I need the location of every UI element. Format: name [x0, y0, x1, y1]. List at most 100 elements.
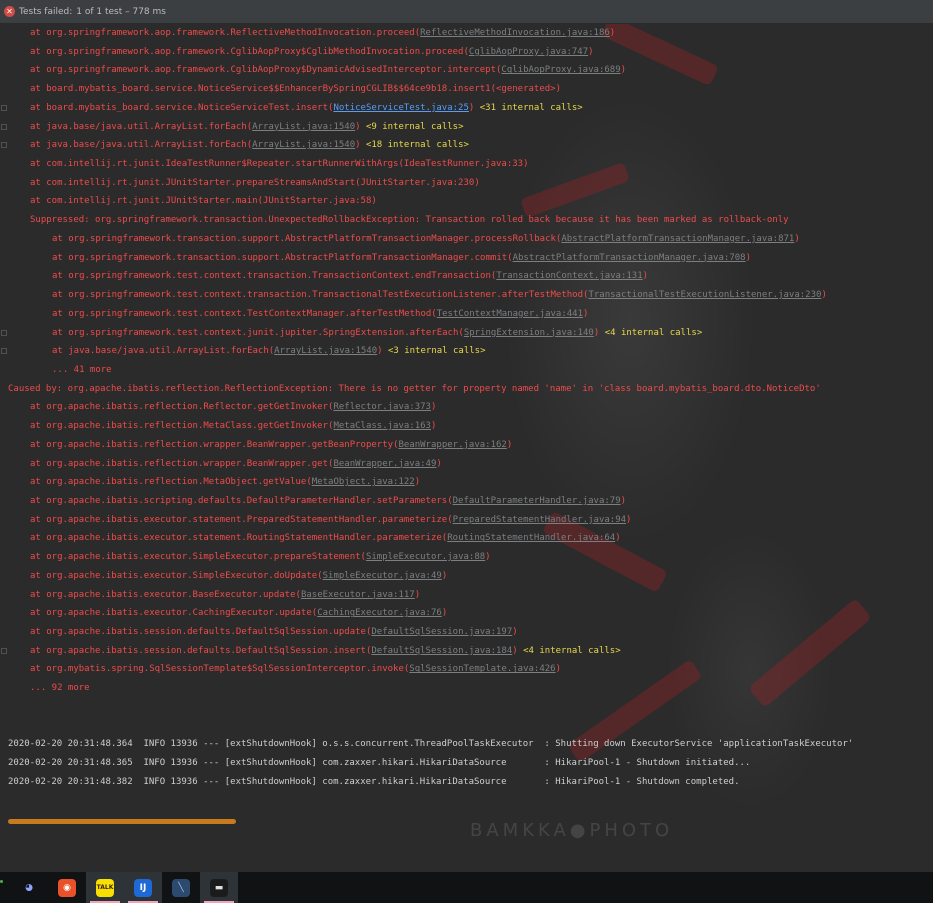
- taskbar-app[interactable]: IJ: [124, 872, 162, 903]
- stacktrace-line: at org.apache.ibatis.executor.BaseExecut…: [0, 586, 933, 605]
- stacktrace-suffix: ): [620, 65, 627, 76]
- stacktrace-text: at org.apache.ibatis.reflection.Reflecto…: [30, 402, 334, 413]
- source-link[interactable]: BeanWrapper.java:49: [333, 459, 436, 469]
- stacktrace-line: at board.mybatis_board.service.NoticeSer…: [0, 99, 933, 118]
- stacktrace-line: ... 41 more: [0, 361, 933, 380]
- internal-calls-fold[interactable]: <4 internal calls>: [523, 646, 621, 656]
- discord-icon: ◕: [20, 878, 38, 897]
- stacktrace-text: at board.mybatis_board.service.NoticeSer…: [30, 102, 334, 113]
- stacktrace-line: ... 92 more: [0, 679, 933, 698]
- internal-calls-fold[interactable]: <9 internal calls>: [366, 122, 464, 132]
- browser-icon: ◉: [58, 878, 76, 897]
- stacktrace-text: at org.apache.ibatis.executor.CachingExe…: [30, 608, 318, 619]
- windows-taskbar: ◕ ◉ TALK IJ ╲ ▬: [0, 872, 933, 903]
- stacktrace-text: ... 41 more: [52, 364, 112, 375]
- stacktrace-text: at org.apache.ibatis.session.defaults.De…: [30, 645, 372, 656]
- stacktrace-line: at org.apache.ibatis.reflection.MetaClas…: [0, 417, 933, 436]
- stacktrace-line: at org.springframework.test.context.Test…: [0, 305, 933, 324]
- stacktrace-suffix: ): [626, 514, 632, 525]
- source-link[interactable]: BaseExecutor.java:117: [301, 590, 415, 600]
- internal-calls-fold[interactable]: <4 internal calls>: [605, 328, 703, 338]
- log-line: 2020-02-20 20:31:48.365 INFO 13936 --- […: [8, 758, 751, 769]
- internal-calls-fold[interactable]: <18 internal calls>: [366, 140, 469, 150]
- source-link[interactable]: TestContextManager.java:441: [437, 309, 583, 319]
- source-link[interactable]: ArrayList.java:1540: [274, 346, 377, 356]
- fold-toggle-icon[interactable]: [1, 647, 7, 654]
- internal-calls-fold[interactable]: <31 internal calls>: [480, 103, 583, 113]
- stacktrace-suffix: ): [430, 402, 437, 413]
- taskbar-app[interactable]: ╲: [162, 872, 200, 903]
- scrollbar-thumb[interactable]: [8, 819, 236, 824]
- notification-dot: [0, 880, 3, 883]
- source-link[interactable]: CglibAopProxy.java:747: [469, 47, 588, 57]
- source-link[interactable]: AbstractPlatformTransactionManager.java:…: [513, 253, 746, 263]
- fold-toggle-icon[interactable]: [1, 104, 7, 111]
- stacktrace-text: at org.springframework.transaction.suppo…: [52, 252, 513, 263]
- stacktrace-line: at java.base/java.util.ArrayList.forEach…: [0, 342, 933, 361]
- stacktrace-suffix: ): [436, 458, 442, 469]
- stacktrace-text: at org.apache.ibatis.executor.SimpleExec…: [30, 570, 323, 581]
- stacktrace-text: at org.apache.ibatis.scripting.defaults.…: [30, 495, 453, 506]
- taskbar-app[interactable]: ▬: [200, 872, 238, 903]
- source-link[interactable]: Reflector.java:373: [333, 402, 431, 412]
- source-link[interactable]: BeanWrapper.java:162: [398, 440, 506, 450]
- source-link[interactable]: TransactionContext.java:131: [496, 271, 642, 281]
- source-link[interactable]: SpringExtension.java:140: [464, 328, 594, 338]
- taskbar-app[interactable]: ◕: [10, 872, 48, 903]
- stacktrace-text: at org.apache.ibatis.session.defaults.De…: [30, 627, 372, 637]
- source-link[interactable]: AbstractPlatformTransactionManager.java:…: [561, 234, 794, 244]
- stacktrace-line: at org.apache.ibatis.executor.SimpleExec…: [0, 567, 933, 586]
- stacktrace-text: at org.springframework.test.context.tran…: [52, 290, 589, 301]
- taskbar-app[interactable]: TALK: [86, 872, 124, 903]
- source-link[interactable]: CachingExecutor.java:76: [317, 608, 442, 618]
- source-link[interactable]: SimpleExecutor.java:88: [366, 552, 485, 562]
- stacktrace-suffix: ): [355, 140, 366, 151]
- stacktrace-line: at com.intellij.rt.junit.IdeaTestRunner$…: [0, 155, 933, 174]
- stacktrace-text: at org.springframework.aop.framework.Cgl…: [30, 65, 502, 76]
- stacktrace-suffix: ): [441, 608, 448, 619]
- fold-toggle-icon[interactable]: [1, 348, 7, 355]
- stacktrace-line: at org.apache.ibatis.executor.SimpleExec…: [0, 548, 933, 567]
- stacktrace-suffix: ): [512, 645, 524, 656]
- source-link[interactable]: MetaObject.java:122: [312, 477, 415, 487]
- stacktrace-text: at org.apache.ibatis.executor.statement.…: [30, 514, 453, 525]
- stacktrace-suffix: ): [794, 233, 800, 244]
- stacktrace-suffix: ): [583, 308, 589, 319]
- source-link[interactable]: ArrayList.java:1540: [252, 122, 355, 132]
- stacktrace-line: Suppressed: org.springframework.transact…: [0, 211, 933, 230]
- source-link[interactable]: NoticeServiceTest.java:25: [333, 103, 468, 113]
- stacktrace-suffix: ): [414, 589, 421, 600]
- stacktrace-line: at org.springframework.aop.framework.Ref…: [0, 24, 933, 43]
- stacktrace-line: at org.apache.ibatis.executor.CachingExe…: [0, 604, 933, 623]
- source-link[interactable]: DefaultSqlSession.java:184: [371, 646, 512, 656]
- stacktrace-suffix: ): [506, 439, 513, 450]
- source-link[interactable]: DefaultSqlSession.java:197: [371, 627, 512, 637]
- source-link[interactable]: ReflectiveMethodInvocation.java:186: [420, 28, 610, 38]
- console-output[interactable]: at org.springframework.aop.framework.Ref…: [0, 24, 933, 820]
- fold-toggle-icon[interactable]: [1, 329, 7, 336]
- internal-calls-fold[interactable]: <3 internal calls>: [388, 346, 486, 356]
- horizontal-scrollbar[interactable]: [0, 815, 933, 827]
- source-link[interactable]: PreparedStatementHandler.java:94: [453, 515, 626, 525]
- source-link[interactable]: TransactionalTestExecutionListener.java:…: [588, 290, 821, 300]
- taskbar-app[interactable]: ◉: [48, 872, 86, 903]
- stacktrace-suffix: ): [355, 121, 366, 132]
- source-link[interactable]: MetaClass.java:163: [333, 421, 431, 431]
- stacktrace-line: at org.springframework.aop.framework.Cgl…: [0, 43, 933, 62]
- source-link[interactable]: CglibAopProxy.java:689: [501, 65, 620, 75]
- kakaotalk-icon: TALK: [96, 878, 114, 897]
- stacktrace-suffix: ): [377, 346, 388, 357]
- fold-toggle-icon[interactable]: [1, 142, 7, 149]
- source-link[interactable]: DefaultParameterHandler.java:79: [453, 496, 621, 506]
- source-link[interactable]: SqlSessionTemplate.java:426: [409, 664, 555, 674]
- fold-toggle-icon[interactable]: [1, 123, 7, 130]
- stacktrace-line: at org.springframework.test.context.tran…: [0, 267, 933, 286]
- stacktrace-suffix: ): [441, 570, 448, 581]
- source-link[interactable]: ArrayList.java:1540: [252, 140, 355, 150]
- source-link[interactable]: SimpleExecutor.java:49: [323, 571, 442, 581]
- stacktrace-text: at org.apache.ibatis.reflection.wrapper.…: [30, 439, 399, 450]
- intellij-icon: IJ: [134, 878, 152, 897]
- stacktrace-line: at java.base/java.util.ArrayList.forEach…: [0, 136, 933, 155]
- source-link[interactable]: RoutingStatementHandler.java:64: [447, 533, 615, 543]
